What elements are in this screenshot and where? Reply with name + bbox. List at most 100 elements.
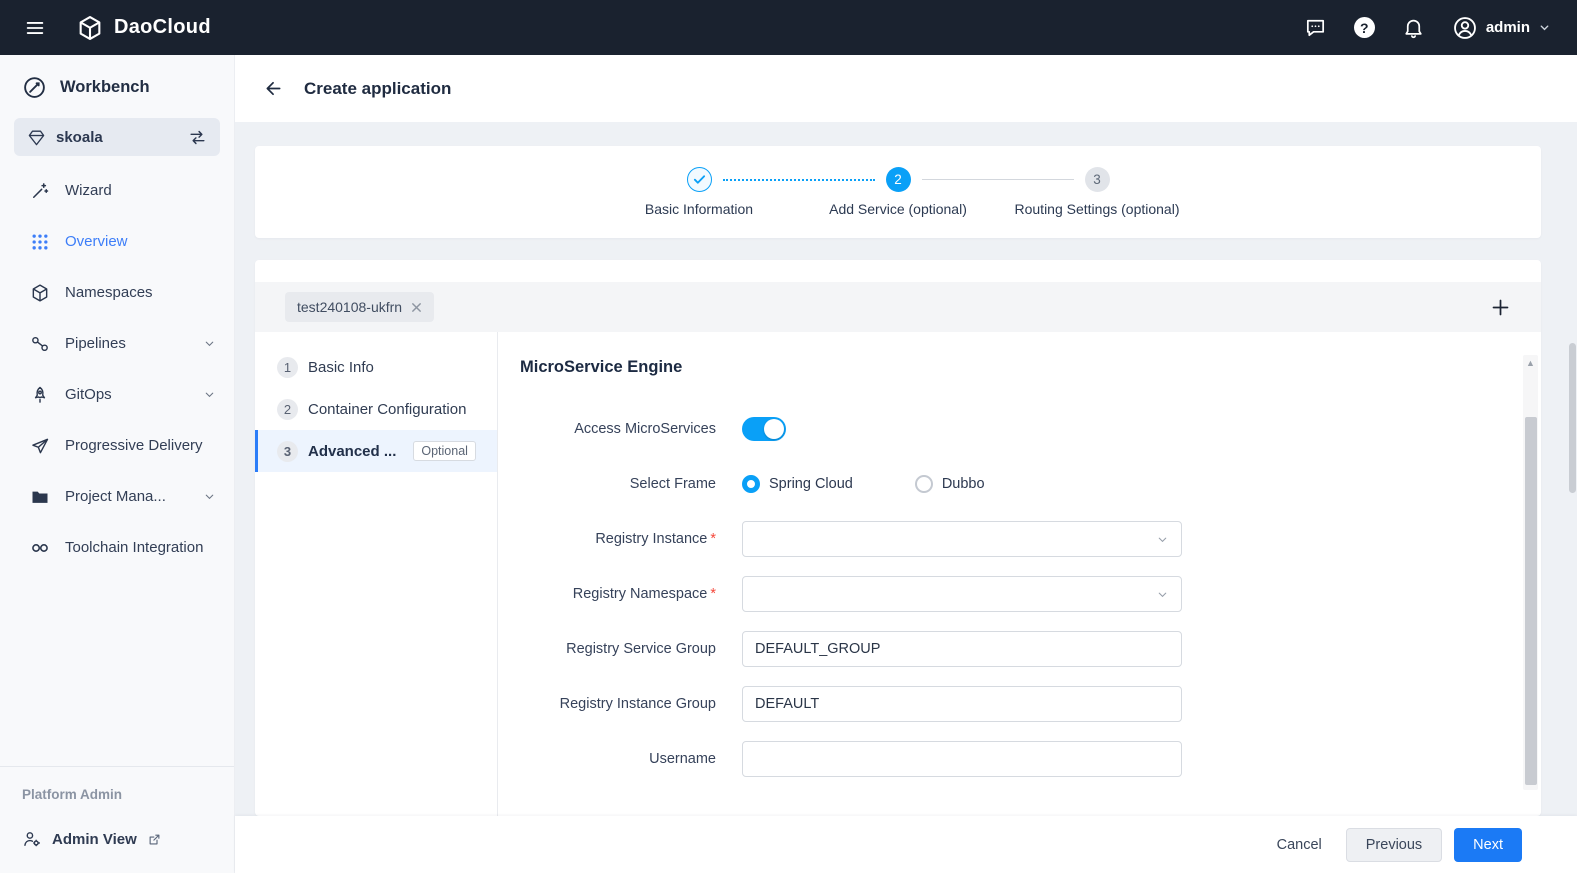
form-step-basic-info[interactable]: 1 Basic Info (255, 346, 497, 388)
step-basic-information[interactable]: Basic Information (687, 167, 712, 192)
radio-checked-icon (742, 475, 760, 493)
step-number: 1 (277, 357, 298, 378)
sidebar-item-label: Namespaces (65, 284, 153, 301)
switch-project-icon[interactable] (188, 128, 207, 147)
sidebar-item-overview[interactable]: Overview (0, 216, 234, 267)
form-step-nav: 1 Basic Info 2 Container Configuration 3… (255, 332, 498, 816)
workbench-label: Workbench (60, 78, 150, 97)
bell-icon[interactable] (1402, 16, 1425, 39)
form-step-advanced[interactable]: 3 Advanced ... Optional (255, 430, 497, 472)
chevron-down-icon (203, 490, 216, 503)
arrow-left-icon[interactable] (263, 78, 284, 99)
project-selector[interactable]: skoala (14, 118, 220, 156)
step-connector (723, 179, 875, 181)
form-step-label: Container Configuration (308, 401, 466, 418)
bird-icon (30, 436, 50, 456)
toggle-knob (764, 419, 784, 439)
admin-view-link[interactable]: Admin View (0, 802, 234, 873)
step-label: Routing Settings (optional) (1015, 201, 1180, 217)
username-row: Username (520, 741, 1495, 777)
field-label: Registry Instance Group (520, 696, 716, 712)
chevron-down-icon (1538, 21, 1551, 34)
page-title: Create application (304, 79, 451, 99)
radio-spring-cloud[interactable]: Spring Cloud (742, 475, 853, 493)
sidebar-item-progressive-delivery[interactable]: Progressive Delivery (0, 420, 234, 471)
access-microservices-toggle[interactable] (742, 417, 786, 441)
window-scrollbar-thumb[interactable] (1569, 343, 1576, 493)
sidebar-item-project-management[interactable]: Project Mana... (0, 471, 234, 522)
card-scrollbar-thumb[interactable] (1525, 417, 1537, 785)
registry-namespace-row: Registry Namespace* (520, 576, 1495, 612)
service-tab-bar: test240108-ukfrn (255, 282, 1541, 332)
cube-icon (30, 283, 50, 303)
chevron-down-icon (1156, 533, 1169, 546)
plus-icon[interactable] (1490, 297, 1511, 318)
scroll-up-icon[interactable]: ▲ (1523, 358, 1538, 368)
topbar-actions: ? admin (1304, 15, 1577, 41)
sidebar-item-label: GitOps (65, 386, 112, 403)
step-connector (922, 179, 1074, 180)
radio-label: Dubbo (942, 476, 985, 492)
sidebar-nav: Wizard Overview Namespaces Pipelines (0, 165, 234, 573)
optional-badge: Optional (413, 441, 476, 461)
sidebar-item-wizard[interactable]: Wizard (0, 165, 234, 216)
admin-user-icon (22, 829, 42, 849)
service-chip[interactable]: test240108-ukfrn (285, 292, 434, 322)
avatar-icon (1452, 15, 1478, 41)
sidebar: Workbench skoala Wizard Overview N (0, 55, 235, 873)
sidebar-item-namespaces[interactable]: Namespaces (0, 267, 234, 318)
menu-icon[interactable] (18, 11, 52, 45)
sidebar-item-toolchain-integration[interactable]: Toolchain Integration (0, 522, 234, 573)
step-routing-settings[interactable]: 3 Routing Settings (optional) (1085, 167, 1110, 192)
field-label: Registry Namespace (573, 586, 708, 602)
sidebar-item-label: Pipelines (65, 335, 126, 352)
radio-unchecked-icon (915, 475, 933, 493)
form-step-label: Advanced ... (308, 443, 396, 460)
close-icon[interactable] (411, 302, 422, 313)
stepper: Basic Information 2 Add Service (optiona… (255, 146, 1541, 238)
wizard-footer: Cancel Previous Next (235, 816, 1577, 873)
step-number: 3 (1085, 167, 1110, 192)
required-asterisk: * (710, 586, 716, 602)
project-name: skoala (56, 129, 103, 146)
sidebar-item-label: Toolchain Integration (65, 539, 203, 556)
sidebar-item-label: Wizard (65, 182, 112, 199)
card-scrollbar[interactable]: ▲ (1523, 355, 1538, 790)
gem-icon (27, 128, 46, 147)
step-label: Basic Information (645, 201, 753, 217)
previous-button[interactable]: Previous (1346, 828, 1442, 862)
sidebar-item-gitops[interactable]: GitOps (0, 369, 234, 420)
sidebar-item-workbench[interactable]: Workbench (0, 55, 234, 115)
brand[interactable]: DaoCloud (76, 14, 211, 42)
service-card: test240108-ukfrn 1 Basic Info 2 Containe… (255, 260, 1541, 816)
topbar: DaoCloud ? admin (0, 0, 1577, 55)
step-add-service[interactable]: 2 Add Service (optional) (886, 167, 911, 192)
help-icon[interactable]: ? (1354, 17, 1375, 38)
page-header: Create application (235, 55, 1577, 122)
sidebar-item-label: Project Mana... (65, 488, 166, 505)
folder-icon (30, 487, 50, 507)
select-frame-row: Select Frame Spring Cloud Dubbo (520, 466, 1495, 502)
radio-dubbo[interactable]: Dubbo (915, 475, 985, 493)
username-input[interactable] (742, 741, 1182, 777)
user-menu[interactable]: admin (1452, 15, 1551, 41)
form-step-label: Basic Info (308, 359, 374, 376)
frame-radio-group: Spring Cloud Dubbo (742, 475, 985, 493)
form-step-container-configuration[interactable]: 2 Container Configuration (255, 388, 497, 430)
next-button[interactable]: Next (1454, 828, 1522, 862)
infinity-icon (30, 538, 50, 558)
chat-icon[interactable] (1304, 16, 1327, 39)
external-link-icon (147, 832, 162, 847)
workbench-icon (22, 75, 47, 100)
daocloud-logo-icon (76, 14, 104, 42)
registry-instance-select[interactable] (742, 521, 1182, 557)
sidebar-item-pipelines[interactable]: Pipelines (0, 318, 234, 369)
registry-service-group-input[interactable] (742, 631, 1182, 667)
registry-instance-group-input[interactable] (742, 686, 1182, 722)
registry-instance-group-row: Registry Instance Group (520, 686, 1495, 722)
wand-icon (30, 181, 50, 201)
registry-namespace-select[interactable] (742, 576, 1182, 612)
service-form-body: 1 Basic Info 2 Container Configuration 3… (255, 332, 1541, 816)
field-label: Registry Service Group (520, 641, 716, 657)
cancel-button[interactable]: Cancel (1269, 828, 1330, 862)
